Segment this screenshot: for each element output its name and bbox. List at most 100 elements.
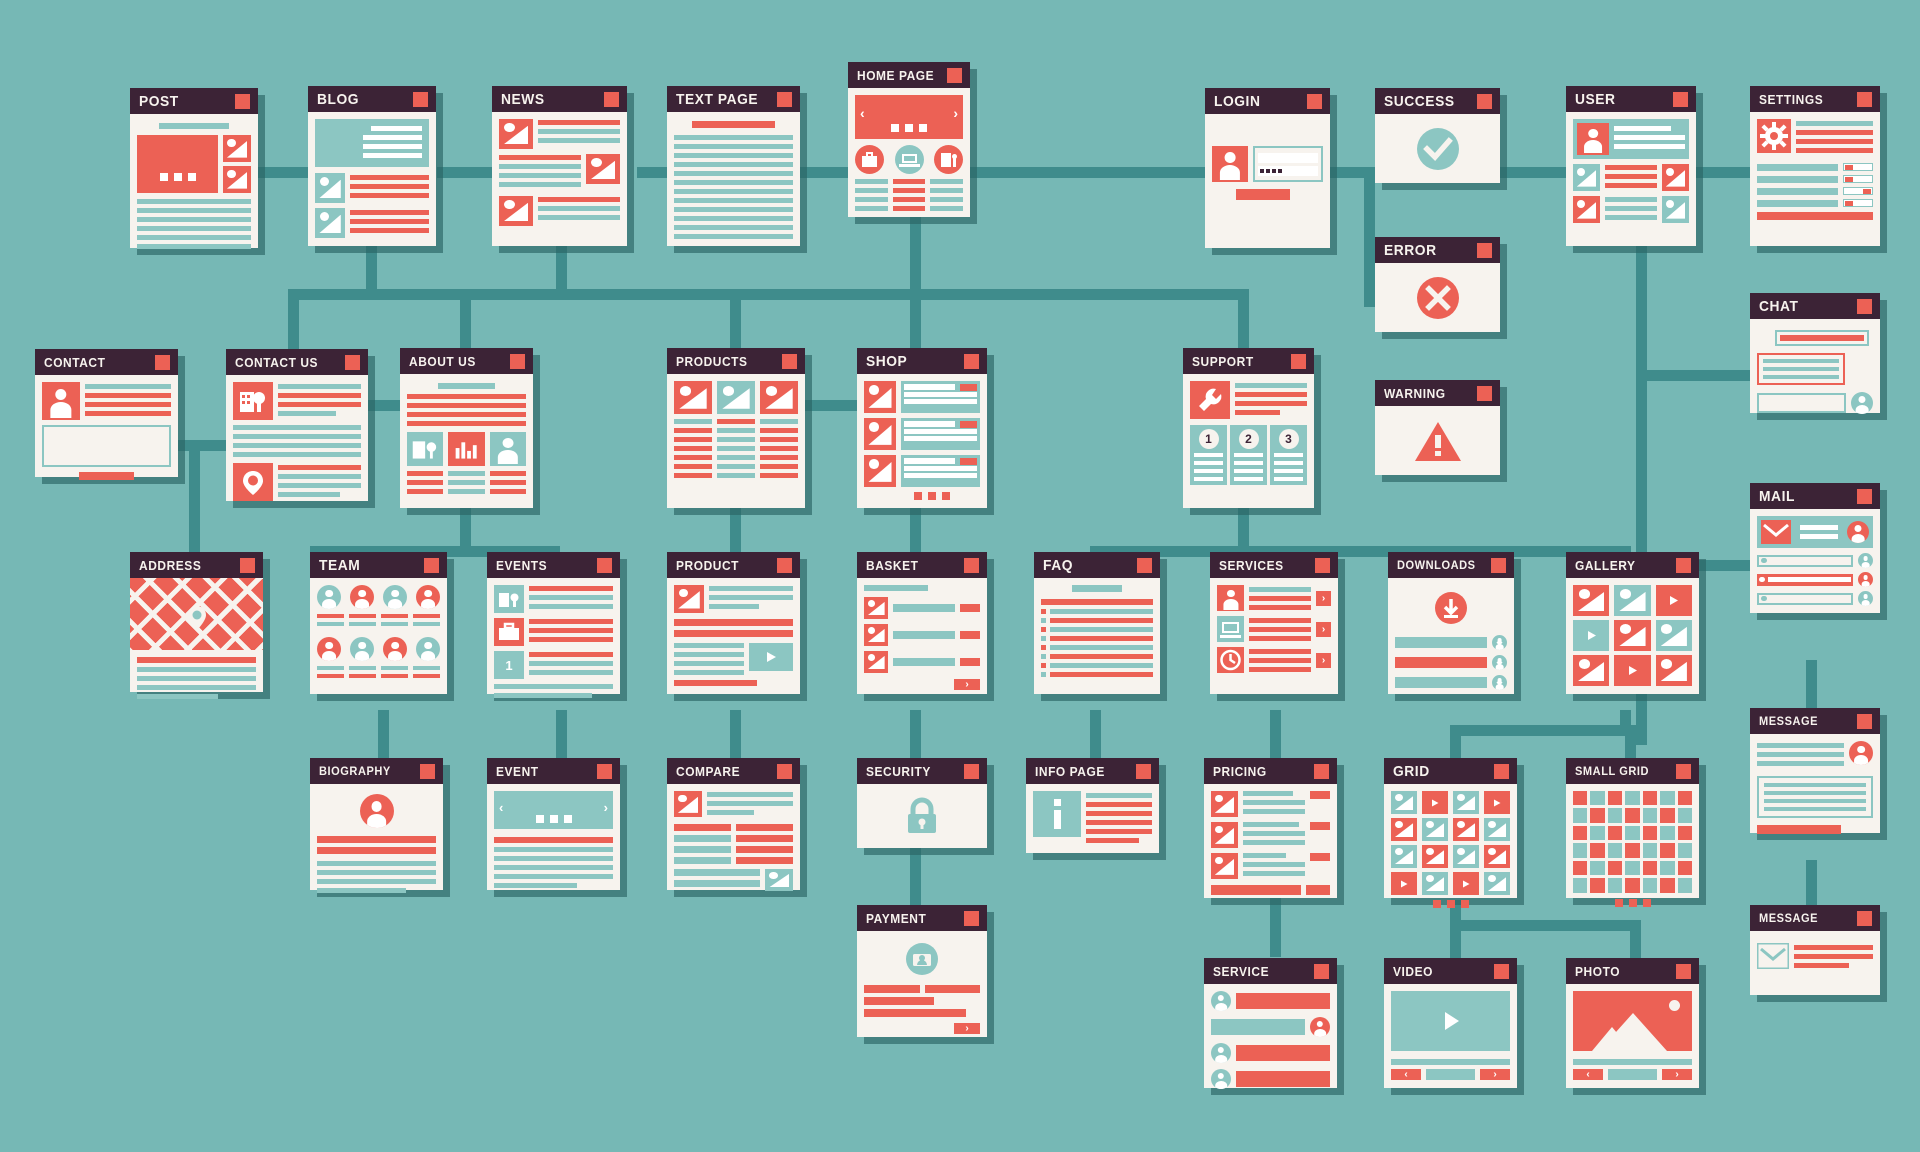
card-home-page[interactable]: HOME PAGE ‹ ›	[848, 62, 970, 217]
checkout-button[interactable]: ›	[954, 679, 980, 690]
login-submit-button[interactable]	[1236, 189, 1290, 200]
card-mail[interactable]: MAIL	[1750, 483, 1880, 613]
chevron-left-icon[interactable]: ‹	[499, 800, 503, 815]
pay-button[interactable]: ›	[954, 1023, 980, 1034]
close-icon[interactable]	[1291, 353, 1306, 369]
card-shop[interactable]: SHOP	[857, 348, 987, 508]
close-icon[interactable]	[413, 91, 428, 107]
close-icon[interactable]	[777, 91, 792, 107]
play-icon[interactable]	[1422, 791, 1448, 814]
card-settings[interactable]: SETTINGS	[1750, 86, 1880, 246]
close-icon[interactable]	[1477, 385, 1492, 401]
close-icon[interactable]	[1857, 91, 1872, 107]
close-icon[interactable]	[964, 763, 979, 779]
submit-button[interactable]	[79, 472, 134, 480]
card-video[interactable]: VIDEO ‹ ›	[1384, 958, 1517, 1088]
close-icon[interactable]	[947, 67, 962, 83]
close-icon[interactable]	[777, 557, 792, 573]
play-icon[interactable]	[1573, 620, 1610, 651]
close-icon[interactable]	[1491, 557, 1506, 573]
card-success[interactable]: SUCCESS	[1375, 88, 1500, 183]
card-user[interactable]: USER	[1566, 86, 1696, 246]
card-pricing[interactable]: PRICING	[1204, 758, 1337, 898]
pagination-dots[interactable]	[1391, 900, 1510, 908]
pagination-dots[interactable]	[884, 492, 980, 500]
play-button[interactable]	[749, 643, 793, 671]
close-icon[interactable]	[964, 557, 979, 573]
close-icon[interactable]	[510, 353, 525, 369]
toggle-switch[interactable]	[1843, 175, 1873, 183]
hero-carousel[interactable]: ‹ ›	[855, 95, 963, 139]
card-address[interactable]: ADDRESS	[130, 552, 263, 699]
close-icon[interactable]	[1676, 763, 1691, 779]
card-message-2[interactable]: MESSAGE	[1750, 905, 1880, 995]
card-basket[interactable]: BASKET ›	[857, 552, 987, 694]
play-icon[interactable]	[1484, 791, 1510, 814]
card-biography[interactable]: BIOGRAPHY	[310, 758, 443, 893]
play-icon[interactable]	[1655, 585, 1692, 616]
card-message-1[interactable]: MESSAGE	[1750, 708, 1880, 834]
close-icon[interactable]	[1477, 93, 1492, 109]
close-icon[interactable]	[1676, 963, 1691, 979]
card-warning[interactable]: WARNING	[1375, 380, 1500, 475]
close-icon[interactable]	[597, 763, 612, 779]
card-post[interactable]: POST	[130, 88, 258, 249]
next-button[interactable]: ›	[1662, 1069, 1692, 1080]
card-contact-us[interactable]: CONTACT US	[226, 349, 368, 501]
play-icon[interactable]	[1614, 655, 1651, 686]
close-icon[interactable]	[1857, 488, 1872, 504]
close-icon[interactable]	[1314, 763, 1329, 779]
close-icon[interactable]	[1315, 557, 1330, 573]
arrow-right-icon[interactable]: ›	[1316, 590, 1331, 606]
chevron-left-icon[interactable]: ‹	[860, 105, 865, 121]
chevron-right-icon[interactable]: ›	[953, 105, 958, 121]
pagination-dots[interactable]	[1573, 898, 1692, 907]
close-icon[interactable]	[240, 557, 255, 573]
card-small-grid[interactable]: SMALL GRID	[1566, 758, 1699, 907]
download-button[interactable]	[1492, 675, 1507, 690]
card-event[interactable]: EVENT ‹ ›	[487, 758, 620, 890]
card-error[interactable]: ERROR	[1375, 237, 1500, 332]
toggle-switch[interactable]	[1843, 163, 1873, 171]
close-icon[interactable]	[1857, 713, 1872, 729]
close-icon[interactable]	[155, 354, 170, 370]
card-news[interactable]: NEWS	[492, 86, 627, 246]
password-field[interactable]	[1258, 165, 1318, 176]
card-payment[interactable]: PAYMENT ›	[857, 905, 987, 1037]
username-field[interactable]	[1258, 152, 1318, 163]
buy-button[interactable]	[959, 458, 977, 465]
close-icon[interactable]	[420, 763, 435, 779]
buy-button[interactable]	[959, 384, 977, 391]
download-button[interactable]	[1492, 655, 1507, 670]
chat-input[interactable]	[1757, 393, 1846, 413]
buy-button[interactable]	[959, 421, 977, 428]
play-icon[interactable]	[1391, 872, 1417, 895]
close-icon[interactable]	[604, 91, 619, 107]
video-player[interactable]	[1391, 991, 1510, 1051]
close-icon[interactable]	[1494, 963, 1509, 979]
arrow-right-icon[interactable]: ›	[1316, 621, 1331, 637]
close-icon[interactable]	[235, 93, 250, 109]
card-login[interactable]: LOGIN	[1205, 88, 1330, 248]
card-product[interactable]: PRODUCT	[667, 552, 800, 694]
card-services[interactable]: SERVICES › › ›	[1210, 552, 1338, 694]
card-security[interactable]: SECURITY	[857, 758, 987, 848]
card-info-page[interactable]: INFO PAGE	[1026, 758, 1159, 853]
close-icon[interactable]	[782, 353, 797, 369]
card-faq[interactable]: FAQ	[1034, 552, 1160, 694]
photo-preview[interactable]	[1573, 991, 1692, 1051]
map-view[interactable]	[130, 578, 263, 650]
card-about-us[interactable]: ABOUT US	[400, 348, 533, 508]
close-icon[interactable]	[1857, 910, 1872, 926]
close-icon[interactable]	[1857, 298, 1872, 314]
close-icon[interactable]	[597, 557, 612, 573]
close-icon[interactable]	[1136, 763, 1151, 779]
card-photo[interactable]: PHOTO ‹ ›	[1566, 958, 1699, 1088]
card-support[interactable]: SUPPORT 1 2 3	[1183, 348, 1314, 508]
next-button[interactable]: ›	[1480, 1069, 1510, 1080]
card-events[interactable]: EVENTS 1	[487, 552, 620, 698]
arrow-right-icon[interactable]: ›	[1316, 652, 1331, 668]
close-icon[interactable]	[424, 557, 439, 573]
toggle-switch[interactable]	[1843, 187, 1873, 195]
card-team[interactable]: TEAM	[310, 552, 447, 694]
